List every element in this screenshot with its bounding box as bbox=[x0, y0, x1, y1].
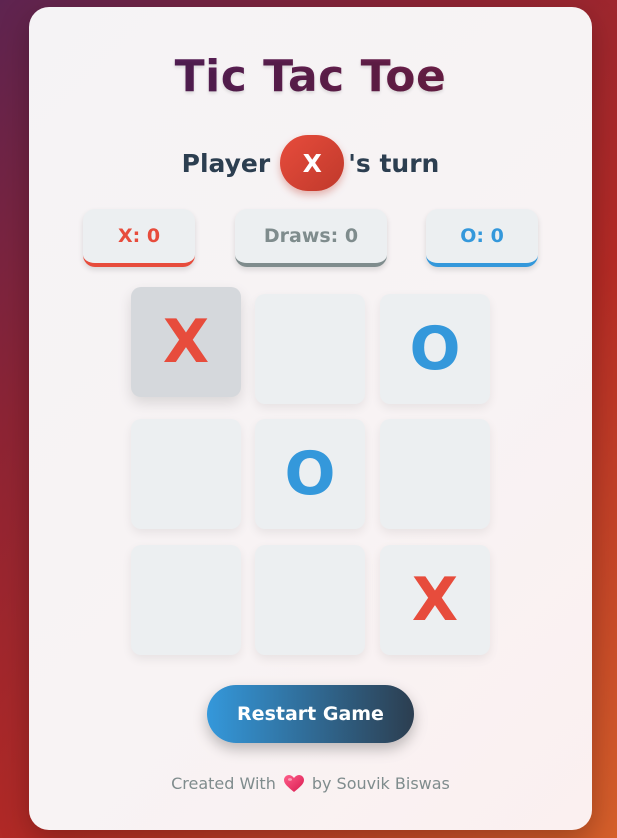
footer-suffix: by Souvik Biswas bbox=[311, 774, 450, 793]
turn-prefix: Player bbox=[181, 148, 271, 178]
score-x: X: 0 bbox=[83, 209, 195, 267]
footer-prefix: Created With bbox=[171, 774, 276, 793]
board-cell-0[interactable]: X bbox=[131, 287, 241, 397]
game-card: Tic Tac Toe Player X 's turn X: 0 Draws:… bbox=[29, 7, 592, 830]
board-cell-5[interactable] bbox=[380, 419, 490, 529]
board-cell-4[interactable]: O bbox=[255, 419, 365, 529]
turn-indicator: Player X 's turn bbox=[29, 135, 592, 191]
score-o: O: 0 bbox=[426, 209, 538, 267]
heart-icon bbox=[283, 774, 304, 793]
board-cell-2[interactable]: O bbox=[380, 294, 490, 404]
board-cell-1[interactable] bbox=[255, 294, 365, 404]
restart-button[interactable]: Restart Game bbox=[207, 685, 414, 743]
turn-suffix: 's turn bbox=[348, 148, 440, 178]
board-cell-3[interactable] bbox=[131, 419, 241, 529]
game-title: Tic Tac Toe bbox=[29, 51, 592, 102]
current-player-badge: X bbox=[280, 135, 345, 191]
score-draws: Draws: 0 bbox=[235, 209, 387, 267]
board-cell-8[interactable]: X bbox=[380, 545, 490, 655]
board-cell-7[interactable] bbox=[255, 545, 365, 655]
board-cell-6[interactable] bbox=[131, 545, 241, 655]
footer-credit: Created With by Souvik Biswas bbox=[29, 774, 592, 793]
